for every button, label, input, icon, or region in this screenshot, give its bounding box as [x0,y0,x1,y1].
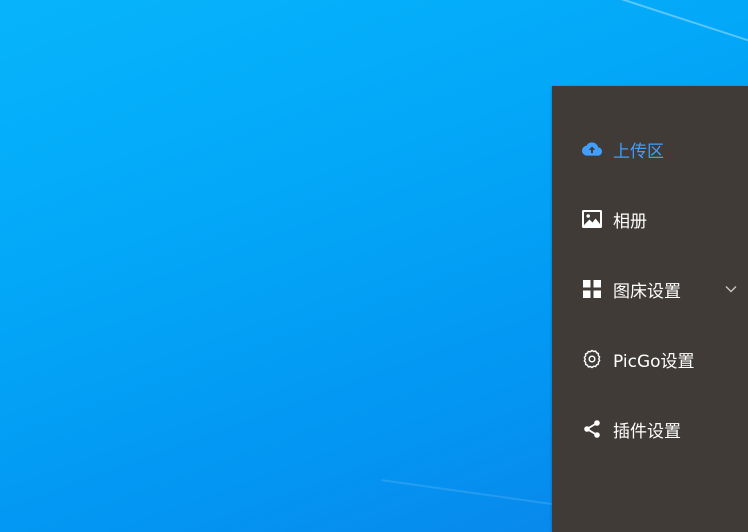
sidebar-item-gallery[interactable]: 相册 [552,184,748,254]
sidebar-item-upload[interactable]: 上传区 [552,114,748,184]
sidebar-item-plugin-settings[interactable]: 插件设置 [552,394,748,464]
sidebar-item-image-host-settings[interactable]: 图床设置 [552,254,748,324]
wallpaper-light-streak [457,0,748,77]
sidebar-item-picgo-settings[interactable]: PicGo设置 [552,324,748,394]
gear-icon [581,348,603,370]
share-icon [581,418,603,440]
sidebar-item-label: PicGo设置 [613,351,695,372]
sidebar-menu: 上传区 相册 图床设置 PicGo设置 插件设置 [552,86,748,532]
chevron-down-icon[interactable] [724,282,738,296]
grid-icon [581,278,603,300]
sidebar-item-label: 上传区 [613,141,664,162]
sidebar-item-label: 插件设置 [613,421,681,442]
image-icon [581,208,603,230]
sidebar-item-label: 相册 [613,211,647,232]
cloud-upload-icon [581,138,603,160]
sidebar-item-label: 图床设置 [613,281,681,302]
